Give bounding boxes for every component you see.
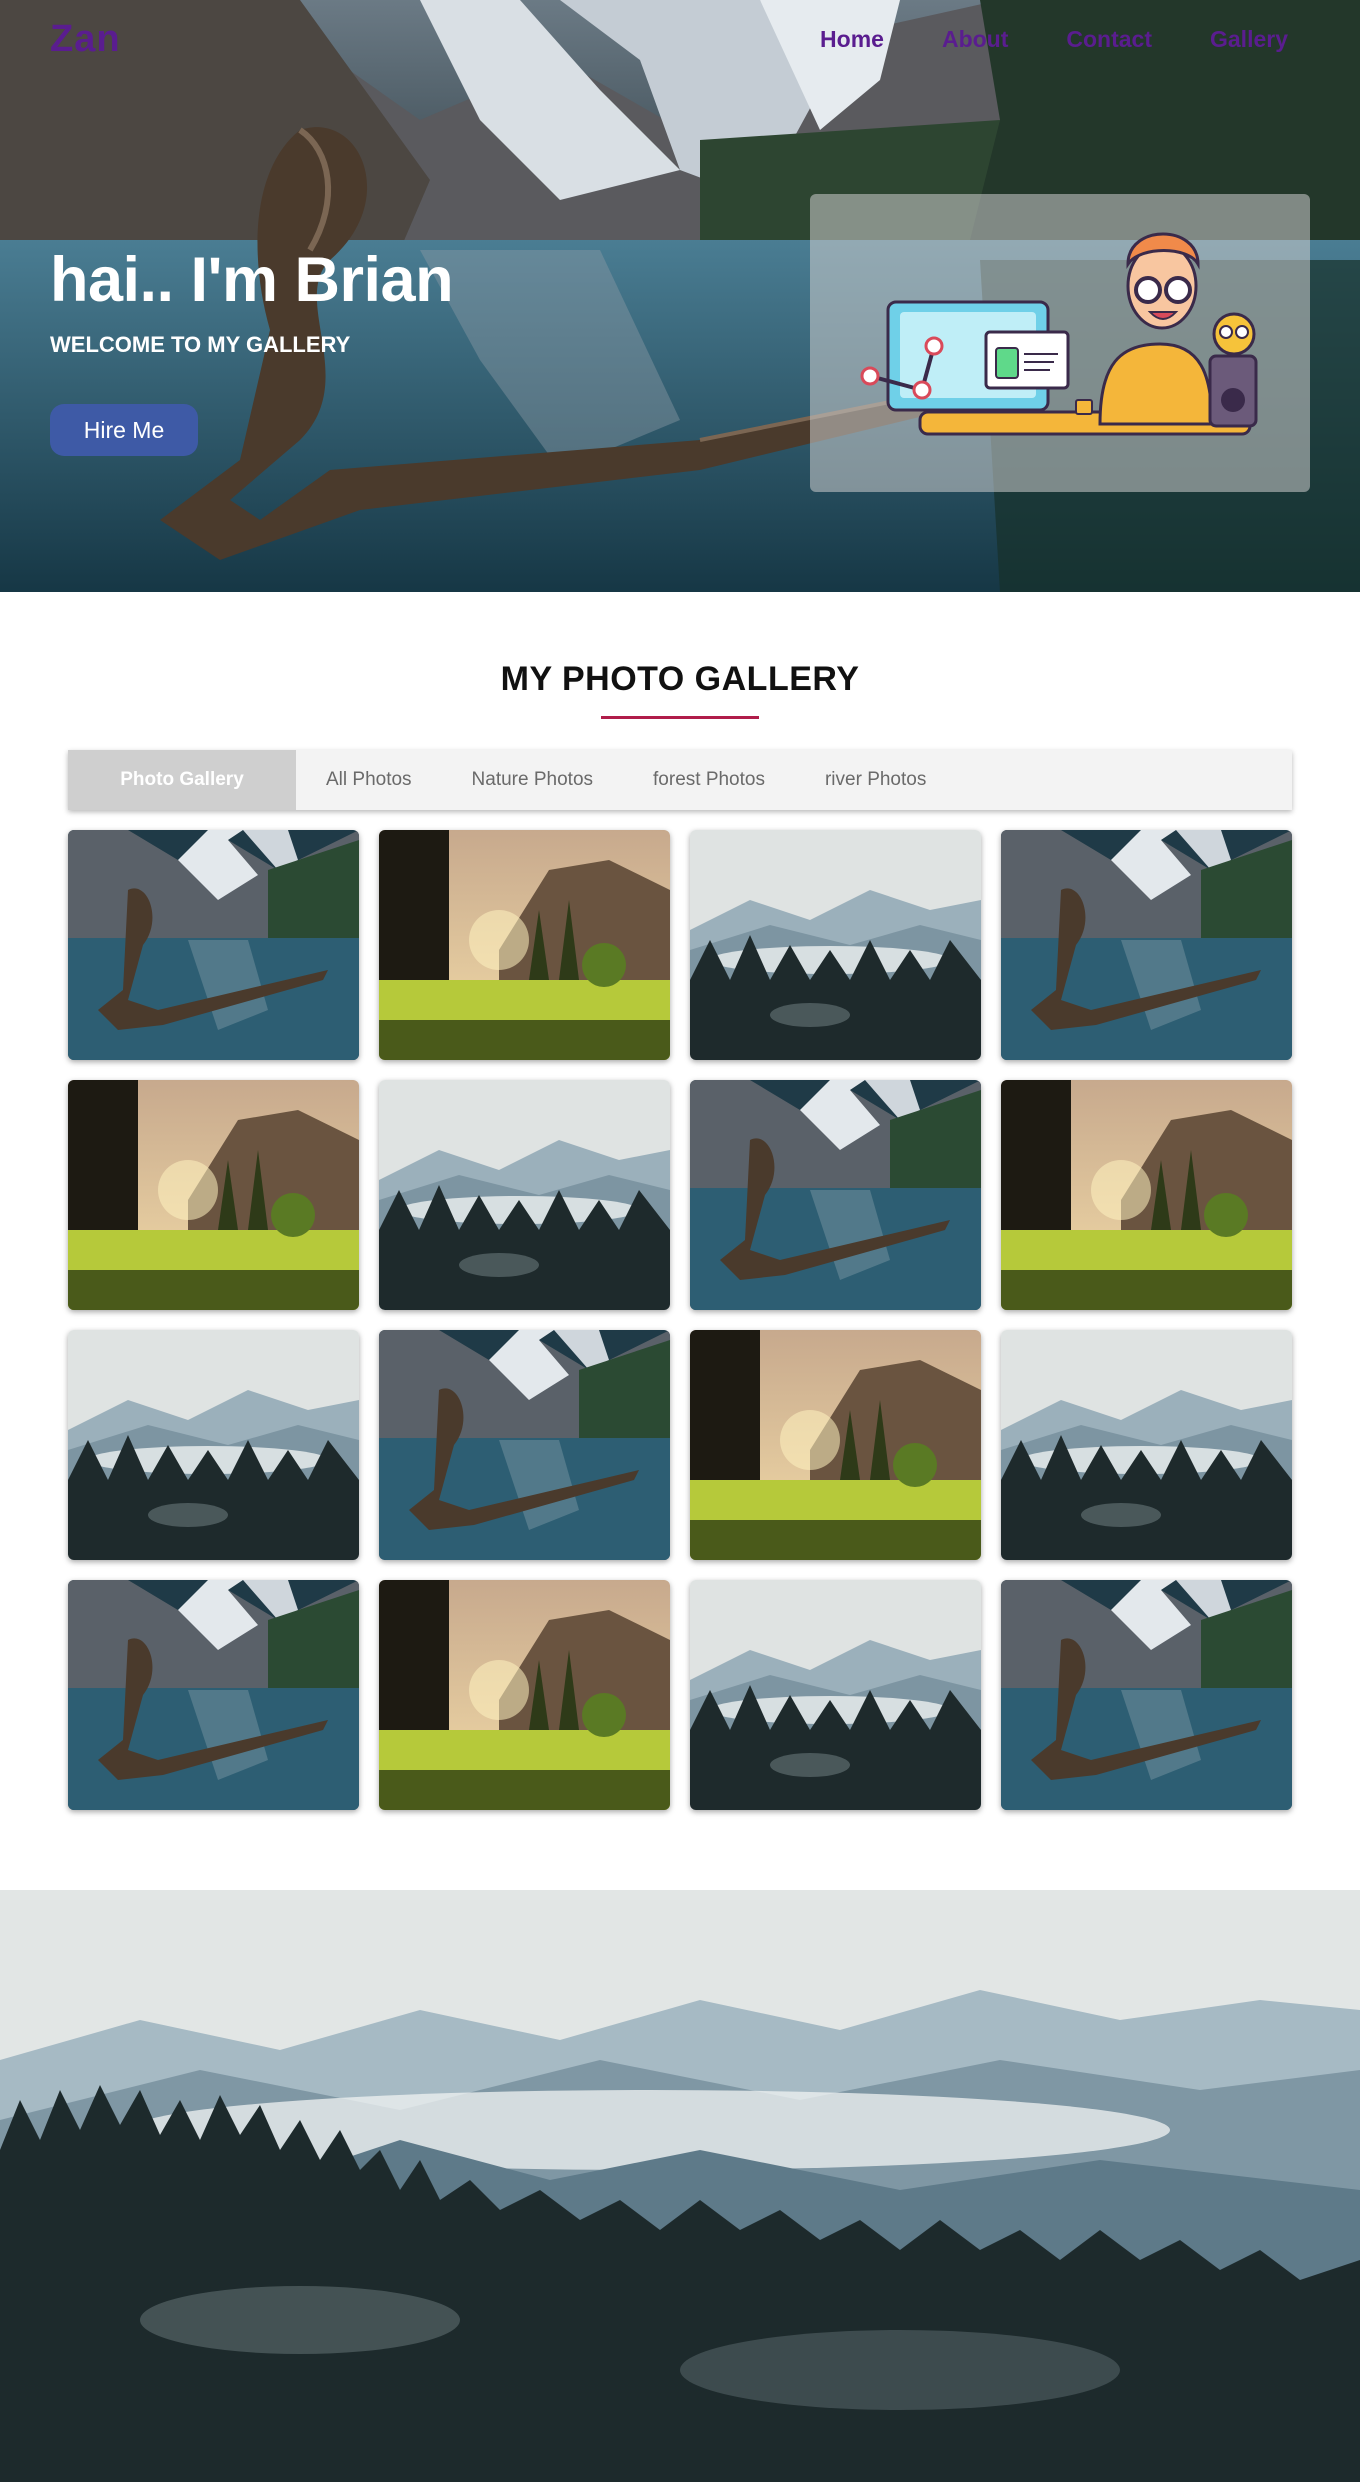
nav-link-gallery[interactable]: Gallery [1210, 26, 1288, 53]
gallery-photo-misty-mountains[interactable] [68, 1330, 359, 1560]
gallery-photo-forest-sunset[interactable] [1001, 1080, 1292, 1310]
lake-photo-image [379, 1330, 670, 1560]
gallery-filter-tabs: Photo Gallery All Photos Nature Photos f… [68, 750, 1292, 810]
forest-sunset-photo-image [379, 1580, 670, 1810]
gallery-photo-lake[interactable] [68, 830, 359, 1060]
illustration-card [810, 194, 1310, 492]
misty-mountains-banner-image [0, 1890, 1360, 2482]
gallery-photo-lake[interactable] [1001, 1580, 1292, 1810]
forest-sunset-photo-image [379, 830, 670, 1060]
lake-photo-image [1001, 1580, 1292, 1810]
gallery-title-underline [601, 716, 759, 719]
tab-nature-photos[interactable]: Nature Photos [442, 750, 623, 810]
lake-photo-image [690, 1080, 981, 1310]
hero-subtitle: WELCOME TO MY GALLERY [50, 332, 351, 357]
nav-link-about[interactable]: About [942, 26, 1008, 53]
nav-links: Home About Contact Gallery [820, 26, 1288, 53]
site-logo[interactable]: Zan [50, 18, 121, 61]
misty-mountains-photo-image [68, 1330, 359, 1560]
gallery-photo-misty-mountains[interactable] [379, 1080, 670, 1310]
forest-sunset-photo-image [690, 1330, 981, 1560]
forest-sunset-photo-image [68, 1080, 359, 1310]
gallery-photo-lake[interactable] [690, 1080, 981, 1310]
forest-sunset-photo-image [1001, 1080, 1292, 1310]
tab-forest-photos[interactable]: forest Photos [623, 750, 795, 810]
misty-mountains-photo-image [1001, 1330, 1292, 1560]
tab-river-photos[interactable]: river Photos [795, 750, 956, 810]
gallery-photo-forest-sunset[interactable] [379, 1580, 670, 1810]
tab-photo-gallery[interactable]: Photo Gallery [68, 750, 296, 810]
gallery-photo-misty-mountains[interactable] [1001, 1330, 1292, 1560]
hero-title: hai.. I'm Brian [50, 245, 454, 315]
footer-banner [0, 1890, 1360, 2482]
lake-photo-image [68, 830, 359, 1060]
gallery-title: MY PHOTO GALLERY [500, 660, 860, 698]
gallery-photo-forest-sunset[interactable] [379, 830, 670, 1060]
misty-mountains-photo-image [690, 830, 981, 1060]
photo-grid [68, 830, 1292, 1810]
hero-section: Zan Home About Contact Gallery hai.. I'm… [0, 0, 1360, 592]
tab-all-photos[interactable]: All Photos [296, 750, 442, 810]
lake-photo-image [68, 1580, 359, 1810]
gallery-photo-lake[interactable] [379, 1330, 670, 1560]
gallery-photo-lake[interactable] [68, 1580, 359, 1810]
misty-mountains-photo-image [379, 1080, 670, 1310]
gallery-photo-lake[interactable] [1001, 830, 1292, 1060]
gallery-photo-forest-sunset[interactable] [68, 1080, 359, 1310]
nav-link-home[interactable]: Home [820, 26, 884, 53]
nav-link-contact[interactable]: Contact [1066, 26, 1152, 53]
hire-me-button[interactable]: Hire Me [50, 404, 198, 456]
developer-at-desk-illustration [860, 232, 1258, 436]
misty-mountains-photo-image [690, 1580, 981, 1810]
gallery-photo-misty-mountains[interactable] [690, 830, 981, 1060]
top-navigation: Zan Home About Contact Gallery [0, 0, 1360, 84]
lake-photo-image [1001, 830, 1292, 1060]
gallery-photo-forest-sunset[interactable] [690, 1330, 981, 1560]
gallery-photo-misty-mountains[interactable] [690, 1580, 981, 1810]
